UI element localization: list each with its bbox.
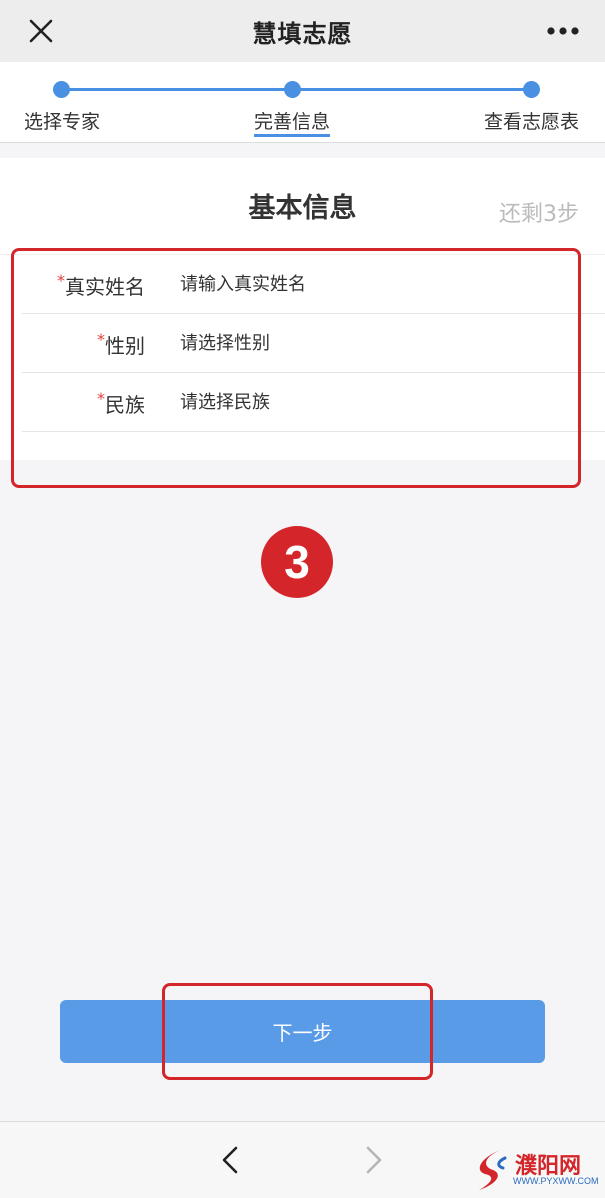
- step-label-select-expert[interactable]: 选择专家: [24, 107, 100, 134]
- chevron-right-icon: [366, 1146, 382, 1174]
- progress-stepper: 选择专家 完善信息 查看志愿表: [0, 62, 605, 143]
- step-label-complete-info[interactable]: 完善信息: [254, 107, 330, 134]
- highlight-box-form: [11, 248, 581, 488]
- forward-button[interactable]: [356, 1142, 392, 1178]
- step-number-marker: 3: [261, 526, 333, 598]
- highlight-box-button: [162, 983, 433, 1080]
- step-label-view-table[interactable]: 查看志愿表: [484, 107, 579, 134]
- step-dot-3: [523, 81, 540, 98]
- watermark-emblem-icon: [479, 1150, 507, 1190]
- more-button[interactable]: [543, 12, 583, 50]
- back-button[interactable]: [212, 1142, 248, 1178]
- watermark-url: WWW.PYXWW.COM: [513, 1176, 599, 1186]
- watermark-logo: 濮阳网 WWW.PYXWW.COM: [475, 1148, 601, 1194]
- step-dot-1: [53, 81, 70, 98]
- close-button[interactable]: [22, 12, 60, 50]
- page-title: 慧填志愿: [252, 19, 353, 48]
- chevron-left-icon: [222, 1146, 238, 1174]
- steps-remaining: 还剩3步: [499, 202, 579, 227]
- close-icon: [29, 19, 53, 43]
- step-dot-2: [284, 81, 301, 98]
- nav-bar: 慧填志愿: [0, 0, 605, 62]
- active-step-underline: [254, 134, 330, 137]
- more-icon: [547, 27, 579, 35]
